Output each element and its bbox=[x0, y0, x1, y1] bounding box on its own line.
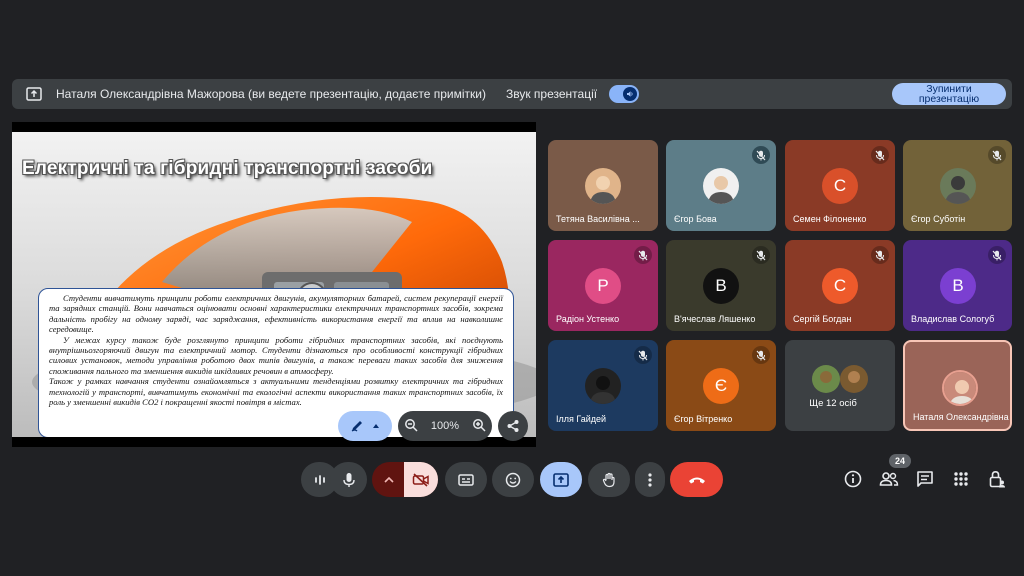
presenting-banner: Наталя Олександрівна Мажорова (ви ведете… bbox=[12, 79, 1012, 109]
slide-paragraph: Студенти вивчатимуть принципи роботи еле… bbox=[49, 293, 503, 335]
zoom-in-icon[interactable] bbox=[472, 418, 486, 435]
raise-hand-icon bbox=[602, 472, 615, 487]
participant-name: Сергій Богдан bbox=[793, 314, 852, 324]
people-button[interactable] bbox=[876, 466, 902, 492]
zoom-level: 100% bbox=[430, 420, 460, 432]
participant-photo bbox=[942, 370, 978, 406]
stop-presenting-button[interactable]: Зупинити презентацію bbox=[892, 83, 1006, 105]
participant-tile[interactable]: Наталя Олександрівна bbox=[903, 340, 1012, 431]
participant-photo bbox=[585, 368, 621, 404]
zoom-out-icon[interactable] bbox=[404, 418, 418, 435]
camera-button[interactable] bbox=[372, 462, 438, 497]
mic-off-icon bbox=[988, 146, 1006, 164]
emoji-icon bbox=[505, 472, 521, 487]
pen-icon bbox=[351, 421, 362, 432]
present-screen-icon bbox=[26, 87, 42, 101]
share-icon bbox=[507, 420, 519, 432]
volume-icon bbox=[623, 87, 638, 101]
participant-name: Наталя Олександрівна bbox=[913, 412, 1009, 422]
participant-name: В'ячеслав Ляшенко bbox=[674, 314, 756, 324]
mic-off-icon bbox=[752, 146, 770, 164]
participant-name: Владислав Сологуб bbox=[911, 314, 995, 324]
caret-up-icon bbox=[373, 424, 379, 428]
microphone-button[interactable] bbox=[330, 462, 367, 497]
participant-tile[interactable]: Єгор Суботін bbox=[903, 140, 1012, 231]
presentation-sound-toggle[interactable] bbox=[609, 85, 640, 103]
participant-tile[interactable]: В В'ячеслав Ляшенко bbox=[666, 240, 776, 331]
more-vertical-icon bbox=[648, 472, 652, 487]
present-now-button[interactable] bbox=[540, 462, 582, 497]
meeting-details-button[interactable] bbox=[840, 466, 866, 492]
participant-name: Єгор Вітренко bbox=[674, 414, 733, 424]
caret-up-icon bbox=[384, 476, 394, 483]
info-icon bbox=[844, 470, 862, 488]
participant-tile[interactable]: С Сергій Богдан bbox=[785, 240, 895, 331]
slide-title: Електричні та гібридні транспортні засоб… bbox=[22, 158, 433, 179]
captions-icon bbox=[458, 473, 474, 486]
participant-photo bbox=[703, 168, 739, 204]
participant-name: Радіон Устенко bbox=[556, 314, 620, 324]
slide-top-border bbox=[12, 122, 536, 132]
reactions-button[interactable] bbox=[492, 462, 534, 497]
presentation-slide: Електричні та гібридні транспортні засоб… bbox=[12, 122, 536, 447]
apps-grid-icon bbox=[954, 472, 968, 486]
participant-avatar: С bbox=[822, 168, 858, 204]
participant-name: Єгор Бова bbox=[674, 214, 717, 224]
captions-button[interactable] bbox=[445, 462, 487, 497]
participant-tile[interactable]: Єгор Бова bbox=[666, 140, 776, 231]
participant-name: Тетяна Василівна ... bbox=[556, 214, 640, 224]
chat-button[interactable] bbox=[912, 466, 938, 492]
mic-off-icon bbox=[871, 146, 889, 164]
participant-avatar: Є bbox=[703, 368, 739, 404]
mic-off-icon bbox=[634, 246, 652, 264]
presentation-sound-label: Звук презентації bbox=[505, 87, 598, 101]
participant-photo bbox=[585, 168, 621, 204]
participant-avatar: В bbox=[940, 268, 976, 304]
participant-name: Ще 12 осіб bbox=[809, 398, 857, 409]
participant-tile[interactable]: С Семен Філоненко bbox=[785, 140, 895, 231]
present-screen-icon bbox=[553, 472, 569, 487]
activities-button[interactable] bbox=[948, 466, 974, 492]
mic-off-icon bbox=[871, 246, 889, 264]
participant-tile[interactable]: Тетяна Василівна ... bbox=[548, 140, 658, 231]
participant-name: Ілля Гайдей bbox=[556, 414, 607, 424]
slide-paragraph: У межах курсу також буде розглянуто прин… bbox=[49, 334, 503, 376]
camera-off-icon bbox=[404, 462, 438, 497]
microphone-icon bbox=[342, 472, 355, 487]
slide-canvas: Електричні та гібридні транспортні засоб… bbox=[12, 132, 536, 437]
end-call-icon bbox=[688, 477, 705, 483]
share-slide-button[interactable] bbox=[498, 411, 528, 441]
participant-tile[interactable]: Є Єгор Вітренко bbox=[666, 340, 776, 431]
mic-off-icon bbox=[752, 346, 770, 364]
mic-off-icon bbox=[988, 246, 1006, 264]
raise-hand-button[interactable] bbox=[588, 462, 630, 497]
participant-tile[interactable]: Р Радіон Устенко bbox=[548, 240, 658, 331]
leave-call-button[interactable] bbox=[670, 462, 723, 497]
lock-person-icon bbox=[989, 470, 1005, 488]
participant-photo bbox=[940, 168, 976, 204]
presenter-status-text: Наталя Олександрівна Мажорова (ви ведете… bbox=[56, 87, 486, 101]
more-participants-avatars bbox=[811, 364, 871, 394]
participant-avatar: С bbox=[822, 268, 858, 304]
people-icon bbox=[879, 472, 899, 486]
audio-level-icon bbox=[314, 474, 325, 485]
participant-avatar: Р bbox=[585, 268, 621, 304]
zoom-control: 100% bbox=[398, 411, 492, 441]
host-controls-button[interactable] bbox=[984, 466, 1010, 492]
participant-tile[interactable]: В Владислав Сологуб bbox=[903, 240, 1012, 331]
annotation-pen-button[interactable] bbox=[338, 411, 392, 441]
participant-name: Єгор Суботін bbox=[911, 214, 966, 224]
slide-paragraph: Також у рамках навчання студенти ознайом… bbox=[49, 376, 503, 408]
participant-avatar: В bbox=[703, 268, 739, 304]
more-options-button[interactable] bbox=[635, 462, 665, 497]
participant-tile[interactable]: Ілля Гайдей bbox=[548, 340, 658, 431]
mic-off-icon bbox=[752, 246, 770, 264]
participant-name: Семен Філоненко bbox=[793, 214, 867, 224]
mic-off-icon bbox=[634, 346, 652, 364]
participant-tile[interactable]: Ще 12 осіб bbox=[785, 340, 895, 431]
chat-icon bbox=[917, 471, 933, 487]
